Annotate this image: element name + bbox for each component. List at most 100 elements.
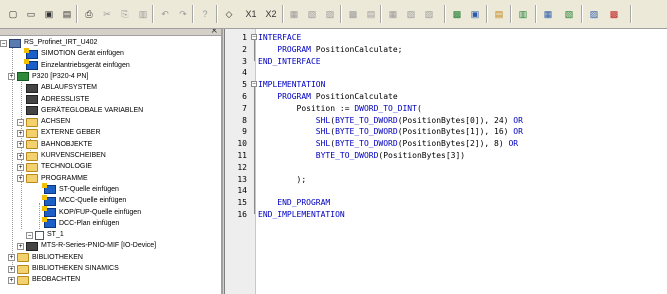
tree-item[interactable]: + PROGRAMME <box>17 173 88 185</box>
toolbar-separator <box>340 5 342 23</box>
save-icon[interactable]: ▣ <box>40 5 58 23</box>
tree-item[interactable]: ADRESSLISTE <box>26 94 89 106</box>
folder-icon <box>26 151 38 161</box>
tree-item[interactable]: SIMOTION Gerät einfügen <box>24 47 124 60</box>
toolbar-icon-i[interactable]: ▩ <box>448 5 466 23</box>
expand-toggle-icon[interactable]: + <box>8 254 15 262</box>
code-line[interactable]: INTERFACE <box>258 32 301 43</box>
tree-item[interactable]: − ACHSEN <box>17 116 70 128</box>
paste-icon[interactable]: ▥ <box>134 5 152 23</box>
expand-toggle-icon[interactable]: + <box>8 276 15 284</box>
line-number: 3 <box>242 56 247 66</box>
toolbar-separator <box>152 5 154 23</box>
subscript-icon[interactable]: X1 <box>242 5 260 23</box>
tree-item-label: BIBLIOTHEKEN <box>32 253 83 261</box>
expand-toggle-icon[interactable]: + <box>17 141 24 149</box>
copy-icon[interactable]: ⎘ <box>116 5 134 23</box>
code-token: Position := <box>258 103 355 113</box>
expand-toggle-icon[interactable]: + <box>17 129 24 137</box>
tree-item[interactable]: DCC-Plan einfügen <box>42 217 120 230</box>
toolbar-icon-f[interactable]: ▦ <box>384 5 402 23</box>
expand-toggle-icon[interactable]: − <box>26 231 33 239</box>
tree-item[interactable]: + BIBLIOTHEKEN SINAMICS <box>8 263 119 275</box>
tree-connector-line <box>39 203 40 229</box>
toolbar-icon-e[interactable]: ▤ <box>362 5 380 23</box>
help-cursor-icon[interactable]: ? <box>196 5 214 23</box>
close-icon[interactable]: × <box>210 29 218 36</box>
code-line[interactable]: SHL(BYTE_TO_DWORD(PositionBytes[1]), 16)… <box>258 126 523 137</box>
print-icon[interactable]: ⎙ <box>80 5 98 23</box>
tree-item-label: DCC-Plan einfügen <box>59 219 120 227</box>
expand-toggle-icon[interactable]: + <box>17 152 24 160</box>
navigator-header: × <box>0 29 221 36</box>
compare-icon[interactable]: ◇ <box>220 5 238 23</box>
tree-item[interactable]: − RS_Profinet_IRT_U402 <box>0 37 97 49</box>
code-line[interactable]: SHL(BYTE_TO_DWORD(PositionBytes[0]), 24)… <box>258 115 523 126</box>
code-line[interactable]: END_IMPLEMENTATION <box>258 209 345 220</box>
code-line[interactable]: END_INTERFACE <box>258 56 321 67</box>
io-device-icon <box>26 241 38 251</box>
redo-icon[interactable]: ↷ <box>174 5 192 23</box>
toolbar-icon-o[interactable]: ▨ <box>585 5 603 23</box>
line-number: 10 <box>237 139 247 149</box>
st-editor[interactable]: 1 2 3 4 5 6 7 8 9 10 11 12 13 14 15 16− − INTERFACE PROGR… <box>224 29 667 294</box>
tree-item[interactable]: ABLAUFSYSTEM <box>26 82 97 94</box>
save-all-icon[interactable]: ▤ <box>58 5 76 23</box>
cut-icon[interactable]: ✂ <box>98 5 116 23</box>
tree-item-label: SIMOTION Gerät einfügen <box>41 50 124 58</box>
code-line[interactable]: ); <box>258 174 307 185</box>
tree-item[interactable]: − ST_1 <box>26 229 64 241</box>
expand-toggle-icon[interactable]: − <box>17 118 24 126</box>
tree-item[interactable]: + BIBLIOTHEKEN <box>8 252 83 264</box>
expand-toggle-icon[interactable]: + <box>8 265 15 273</box>
superscript-icon[interactable]: X2 <box>262 5 280 23</box>
expand-toggle-icon[interactable]: + <box>17 175 24 183</box>
code-line[interactable]: IMPLEMENTATION <box>258 79 325 90</box>
code-line[interactable]: Position := DWORD_TO_DINT( <box>258 103 422 114</box>
insert-device-icon <box>24 47 38 59</box>
tree-item-label: BEOBACHTEN <box>32 276 81 284</box>
tree-item[interactable]: MCC-Quelle einfügen <box>42 194 126 207</box>
tree-item[interactable]: + KURVENSCHEIBEN <box>17 150 106 162</box>
new-file-icon[interactable]: ▢ <box>4 5 22 23</box>
toolbar-icon-b[interactable]: ▧ <box>303 5 321 23</box>
toolbar-icon-h[interactable]: ▨ <box>420 5 438 23</box>
code-line[interactable]: PROGRAM PositionCalculate <box>258 91 397 102</box>
expand-toggle-icon[interactable]: + <box>8 73 15 81</box>
tree-item[interactable]: + BEOBACHTEN <box>8 274 80 286</box>
tree-item[interactable]: + EXTERNE GEBER <box>17 127 101 139</box>
code-line[interactable]: BYTE_TO_DWORD(PositionBytes[3]) <box>258 150 465 161</box>
toolbar-icon-d[interactable]: ▩ <box>344 5 362 23</box>
tree-item[interactable]: + TECHNOLOGIE <box>17 161 92 173</box>
toolbar-icon-p[interactable]: ▩ <box>605 5 623 23</box>
keyword-token: SHL <box>258 115 331 125</box>
tree-item[interactable]: KOP/FUP-Quelle einfügen <box>42 206 141 219</box>
toolbar-icon-c[interactable]: ▨ <box>321 5 339 23</box>
expand-toggle-icon[interactable]: + <box>17 163 24 171</box>
toolbar-separator <box>192 5 194 23</box>
code-line[interactable]: PROGRAM PositionCalculate; <box>258 44 402 55</box>
line-number: 12 <box>237 162 247 172</box>
tree-item[interactable]: GERÄTEGLOBALE VARIABLEN <box>26 105 143 117</box>
toolbar-icon-k[interactable]: ▤ <box>490 5 508 23</box>
open-folder-icon[interactable]: ▭ <box>22 5 40 23</box>
toolbar-icon-m[interactable]: ▦ <box>539 5 557 23</box>
project-navigator: × − RS_Profinet_IRT_U402 SIMOTION Gerät ei… <box>0 29 223 294</box>
toolbar-separator <box>510 5 512 23</box>
toolbar-icon-a[interactable]: ▦ <box>285 5 303 23</box>
tree-item[interactable]: Einzelantriebsgerät einfügen <box>24 59 130 72</box>
undo-icon[interactable]: ↶ <box>156 5 174 23</box>
tree-item[interactable]: + P320 [P320-4 PN] <box>8 71 88 83</box>
expand-toggle-icon[interactable]: − <box>0 39 7 47</box>
toolbar-icon-g[interactable]: ▧ <box>402 5 420 23</box>
toolbar-icon-l[interactable]: ▥ <box>514 5 532 23</box>
tree-item[interactable]: + BAHNOBJEKTE <box>17 139 92 151</box>
tree-item[interactable]: + MTS-R-Series-PNIO-MIF [IO-Device] <box>17 240 156 252</box>
tree-item[interactable]: ST-Quelle einfügen <box>42 183 119 196</box>
toolbar-icon-j[interactable]: ▣ <box>466 5 484 23</box>
expand-toggle-icon[interactable]: + <box>17 242 24 250</box>
toolbar-icon-n[interactable]: ▧ <box>560 5 578 23</box>
keyword-token: IMPLEMENTATION <box>258 80 326 90</box>
code-line[interactable]: SHL(BYTE_TO_DWORD(PositionBytes[2]), 8) … <box>258 138 518 149</box>
code-line[interactable]: END_PROGRAM <box>258 197 330 208</box>
